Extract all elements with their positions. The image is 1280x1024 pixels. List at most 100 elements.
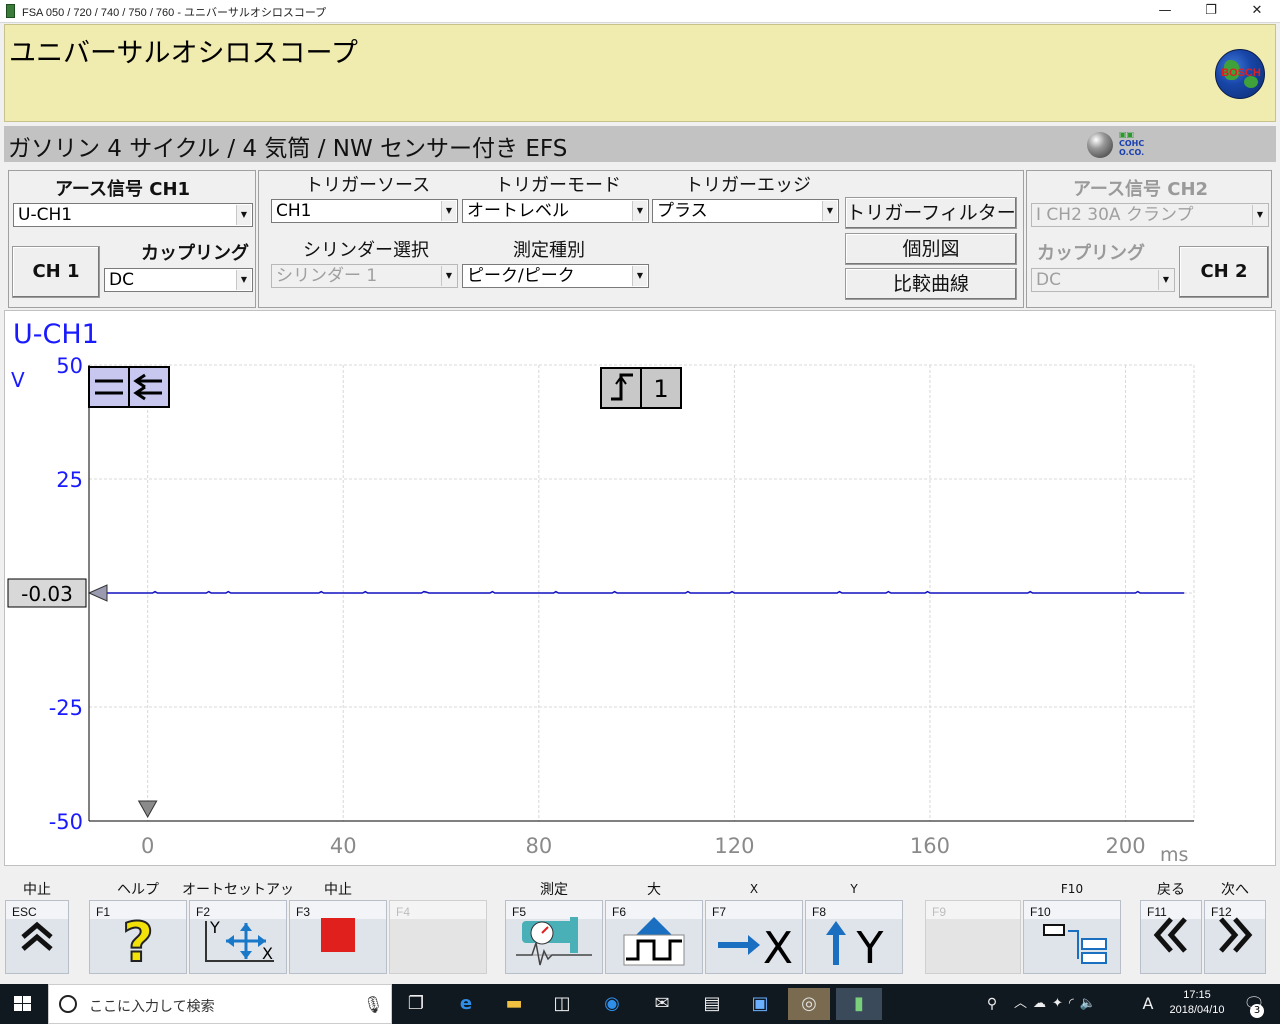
file-explorer-icon[interactable]: ▬ xyxy=(498,988,530,1020)
search-placeholder: ここに入力して検索 xyxy=(89,999,215,1015)
ch2-coupling-value: DC xyxy=(1036,270,1061,290)
ch1-coupling-label: カップリング xyxy=(141,243,249,264)
ch2-ground-label: アース信号 CH2 xyxy=(1073,179,1209,200)
x-tick-label: 40 xyxy=(330,834,357,858)
trigger-panel: トリガーソース トリガーモード トリガーエッジ CH1 ▼ オートレベル ▼ プ… xyxy=(258,170,1024,308)
ch1-coupling-select[interactable]: DC ▼ xyxy=(104,268,253,292)
fsa-app-icon[interactable]: ▮ xyxy=(836,988,882,1020)
svg-text:X: X xyxy=(763,923,793,969)
x-position-control[interactable] xyxy=(128,366,170,408)
y-tick-label: 50 xyxy=(56,354,83,378)
ch1-button[interactable]: CH 1 xyxy=(12,246,100,298)
double-chevron-up-icon xyxy=(6,915,68,959)
fkey-f1-button[interactable]: F1? xyxy=(89,900,187,975)
x-tick-label: 160 xyxy=(910,834,950,858)
logo-text: BOSCH xyxy=(1221,67,1261,79)
svg-text:X: X xyxy=(262,944,273,963)
double-chevron-left-icon xyxy=(1141,915,1201,959)
waveform-trace xyxy=(98,590,1185,594)
chevron-down-icon: ▼ xyxy=(632,201,647,221)
status-ball-icon xyxy=(1087,132,1113,158)
cylinder-select-label: シリンダー選択 xyxy=(303,240,429,261)
maximize-button[interactable]: ❐ xyxy=(1188,0,1234,23)
edge-browser-icon[interactable]: e xyxy=(450,988,482,1020)
app-window-icon[interactable]: ▤ xyxy=(696,988,728,1020)
waveform-chart[interactable]: 0 40 80 120 160 200 50 25 -25 -50 U-CH1 V ms 1 xyxy=(5,311,1275,865)
trigger-filter-button[interactable]: トリガーフィルター xyxy=(845,197,1017,229)
close-button[interactable]: ✕ xyxy=(1234,0,1280,23)
task-view-icon[interactable]: ❐ xyxy=(400,988,432,1020)
individual-view-button[interactable]: 個別図 xyxy=(845,233,1017,265)
trigger-position-marker[interactable] xyxy=(137,800,158,819)
fkey-f2-button[interactable]: F2 Y X xyxy=(189,900,287,974)
ch2-ground-value: I CH2 30A クランプ xyxy=(1036,205,1194,225)
trigger-mode-label: トリガーモード xyxy=(495,175,621,196)
cursor-value: -0.03 xyxy=(21,582,73,606)
x-tick-label: 0 xyxy=(141,834,154,858)
people-icon[interactable]: ⚲ xyxy=(976,988,1008,1020)
teamviewer-icon[interactable]: ◉ xyxy=(596,988,628,1020)
trigger-mode-select[interactable]: オートレベル ▼ xyxy=(462,199,649,223)
window-title: FSA 050 / 720 / 740 / 750 / 760 - ユニバーサル… xyxy=(22,7,327,19)
svg-text:Y: Y xyxy=(856,923,884,969)
trigger-source-value: CH1 xyxy=(276,201,312,221)
microphone-icon[interactable]: 🎙 xyxy=(363,995,383,1014)
svg-text:Y: Y xyxy=(209,918,220,937)
taskbar-clock[interactable]: 17:15 2018/04/10 xyxy=(1160,988,1234,1018)
system-tray-icons[interactable]: ︿☁✦◜🔈 xyxy=(1014,988,1144,1020)
ch1-ground-select[interactable]: U-CH1 ▼ xyxy=(13,203,253,227)
fkey-f5-button[interactable]: F5 xyxy=(505,900,603,974)
y-tick-label: -25 xyxy=(49,696,83,720)
y-tick-label: -50 xyxy=(49,810,83,834)
chevron-down-icon: ▼ xyxy=(1158,270,1173,290)
header: ユニバーサルオシロスコープ BOSCH xyxy=(4,24,1276,122)
trigger-edge-indicator[interactable]: 1 xyxy=(600,367,682,409)
channel-label: U-CH1 xyxy=(13,319,99,350)
trigger-channel-number: 1 xyxy=(653,375,668,403)
ch1-panel: アース信号 CH1 U-CH1 ▼ カップリング CH 1 DC ▼ xyxy=(8,170,256,308)
taskbar-search[interactable]: ここに入力して検索 🎙 xyxy=(48,984,392,1024)
y-position-control[interactable] xyxy=(88,366,130,408)
x-tick-label: 120 xyxy=(714,834,754,858)
ch2-panel: アース信号 CH2 I CH2 30A クランプ ▼ カップリング DC ▼ C… xyxy=(1026,170,1272,308)
mail-icon[interactable]: ✉ xyxy=(646,988,678,1020)
cylinder-value: シリンダー 1 xyxy=(276,266,378,286)
compare-curve-button[interactable]: 比較曲線 xyxy=(845,268,1017,300)
y-arrow-icon: Y xyxy=(806,915,902,974)
fkey-caption-f3: 中止 xyxy=(324,882,352,898)
y-tick-label: 25 xyxy=(56,468,83,492)
ch2-button[interactable]: CH 2 xyxy=(1179,246,1269,298)
fkey-label: F9 xyxy=(932,905,947,919)
fkey-f11-button[interactable]: F11 xyxy=(1140,900,1202,974)
windows-start-icon[interactable] xyxy=(14,996,32,1012)
chevron-down-icon: ▼ xyxy=(822,201,837,221)
clock-date: 2018/04/10 xyxy=(1169,1004,1225,1016)
x-tick-label: 80 xyxy=(525,834,552,858)
minimize-button[interactable]: — xyxy=(1142,0,1188,23)
stop-icon xyxy=(290,915,386,959)
measure-type-select[interactable]: ピーク/ピーク ▼ xyxy=(462,264,649,288)
fkey-f7-button[interactable]: F7 X xyxy=(705,900,803,974)
clock-time: 17:15 xyxy=(1183,989,1211,1001)
level-cursor[interactable]: -0.03 xyxy=(7,578,108,608)
fkey-f8-button[interactable]: F8 Y xyxy=(805,900,903,974)
fkey-f6-button[interactable]: F6 xyxy=(605,900,703,974)
notification-count: 3 xyxy=(1250,1004,1264,1018)
car-diagnostic-icon[interactable]: ▣ xyxy=(744,988,776,1020)
fkey-f3-button[interactable]: F3 xyxy=(289,900,387,974)
disc-app-icon[interactable]: ◎ xyxy=(788,988,830,1020)
trigger-source-select[interactable]: CH1 ▼ xyxy=(271,199,458,223)
ch2-coupling-label: カップリング xyxy=(1037,243,1145,264)
fkey-f12-button[interactable]: F12 xyxy=(1204,900,1266,974)
chevron-down-icon: ▼ xyxy=(441,201,456,221)
chevron-down-icon: ▼ xyxy=(236,205,251,225)
fkey-caption-f8: Y xyxy=(850,882,858,896)
x-tick-label: 200 xyxy=(1106,834,1146,858)
trigger-edge-select[interactable]: プラス ▼ xyxy=(652,199,839,223)
store-icon[interactable]: ◫ xyxy=(546,988,578,1020)
fkey-f10-button[interactable]: F10 xyxy=(1023,900,1121,974)
fkey-esc-button[interactable]: ESC xyxy=(5,900,69,974)
vehicle-description: ガソリン 4 サイクル / 4 気筒 / NW センサー付き EFS xyxy=(8,136,568,162)
trigger-edge-label: トリガーエッジ xyxy=(685,175,811,196)
oscilloscope-display[interactable]: 0 40 80 120 160 200 50 25 -25 -50 U-CH1 V ms 1 xyxy=(4,310,1276,866)
